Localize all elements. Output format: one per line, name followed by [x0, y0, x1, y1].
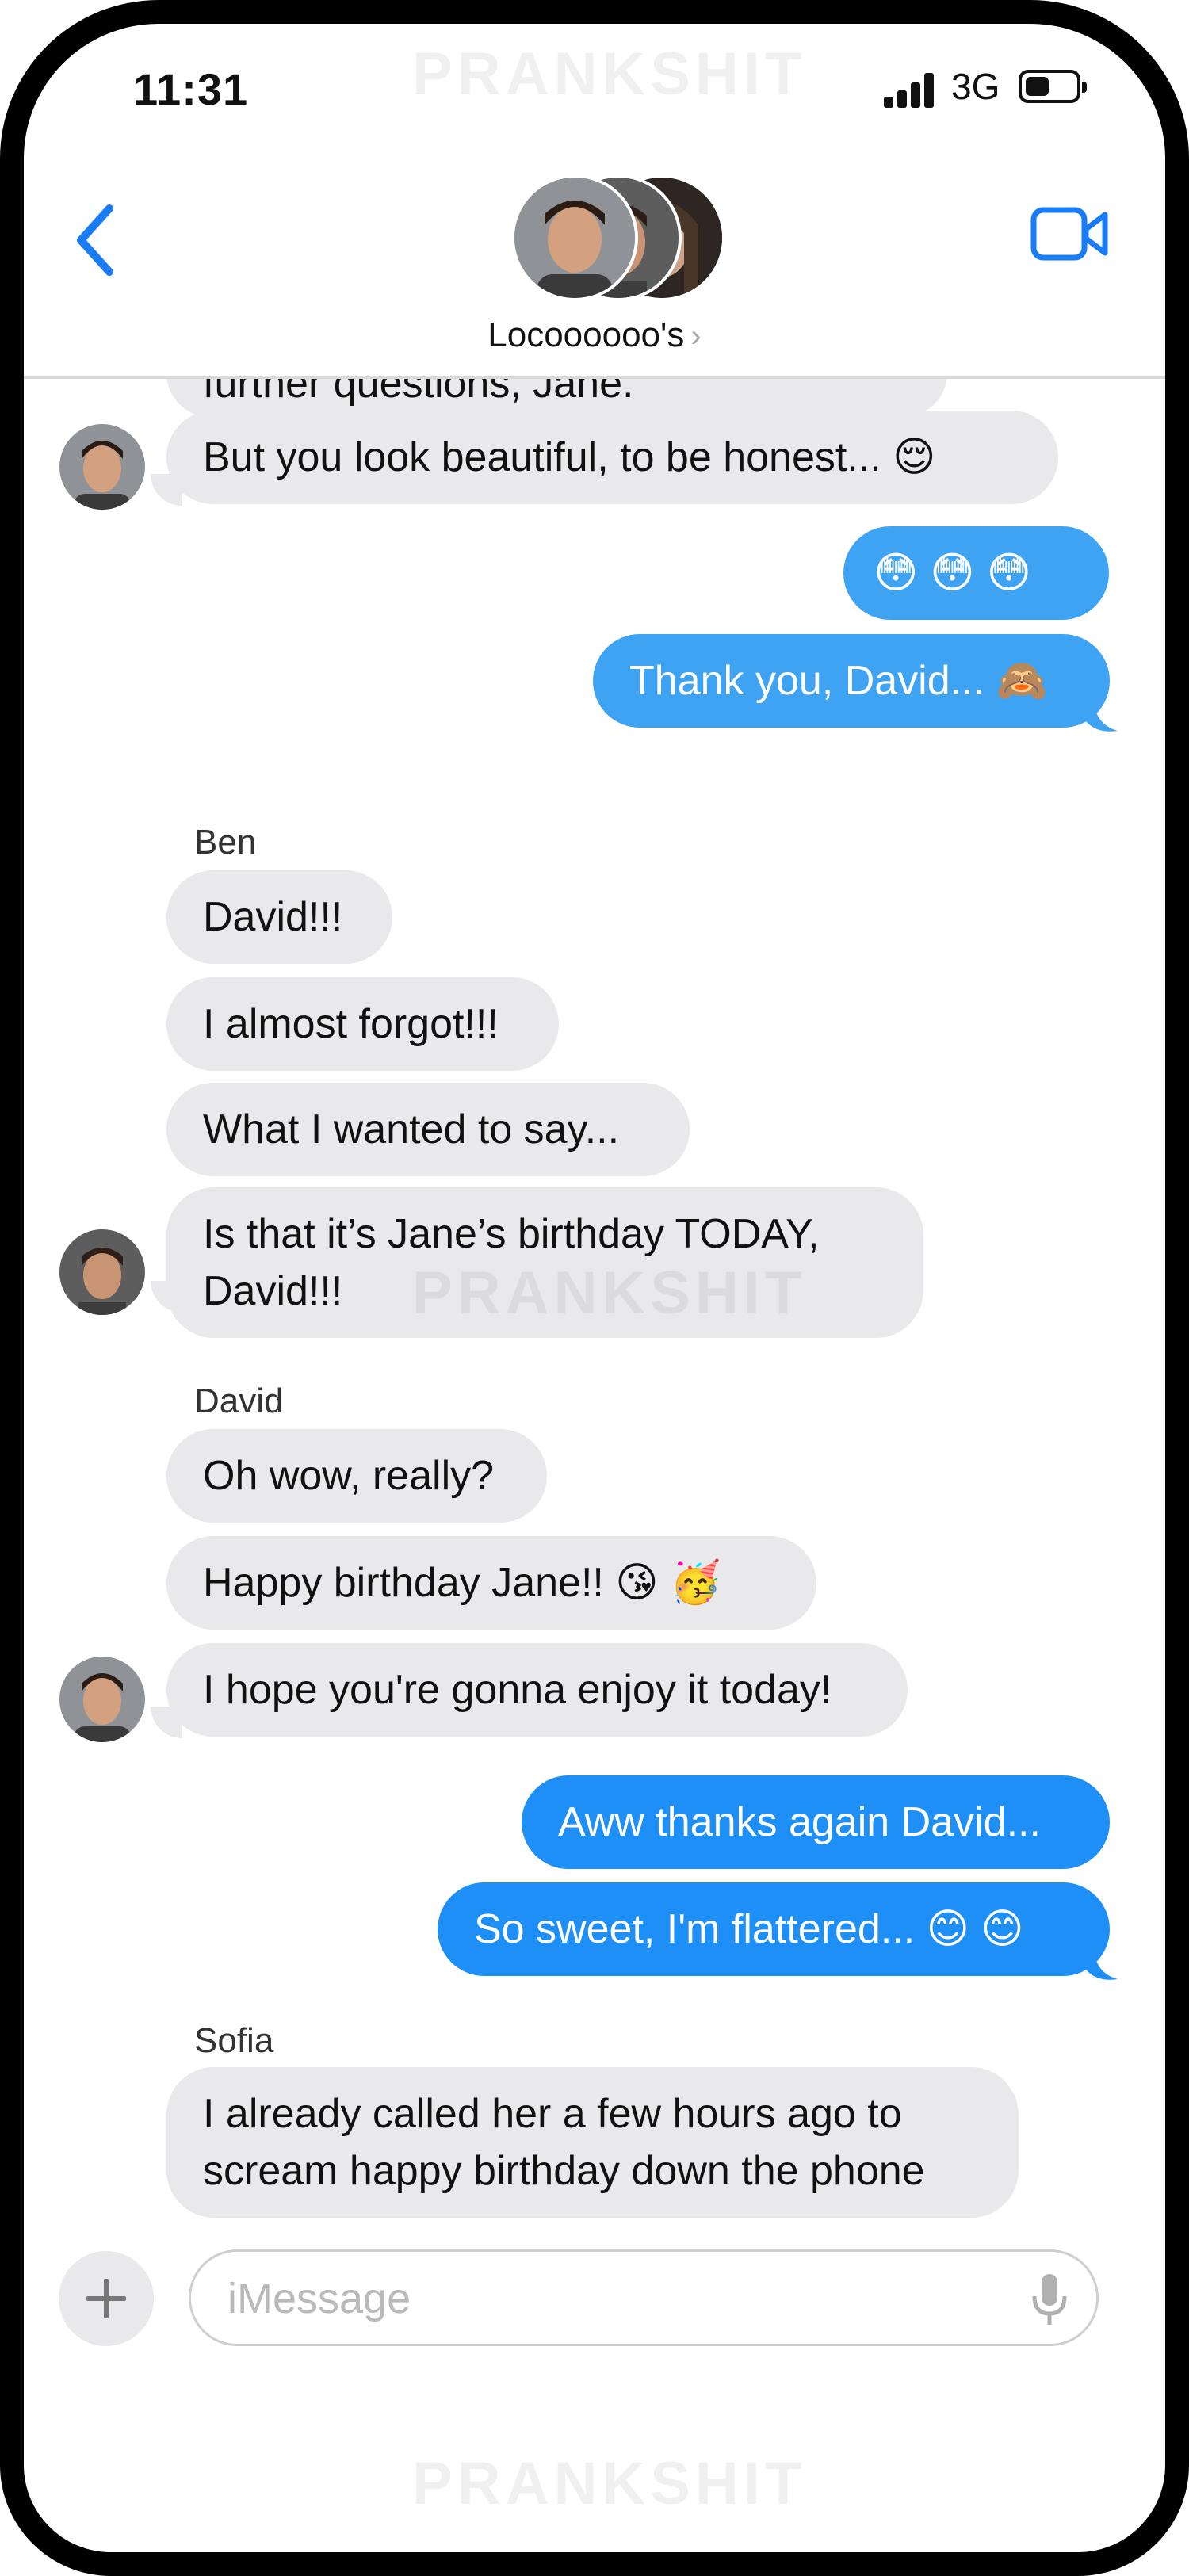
watermark: PRANKSHIT [412, 40, 807, 108]
message-text: further questions, Jane. [203, 379, 634, 407]
screen: 11:31 3G PRANKSHIT Locoooooo's › further… [24, 24, 1165, 2552]
title-chevron-icon: › [690, 319, 702, 354]
sender-name: Ben [194, 823, 257, 862]
message-bubble-incoming: David!!! [166, 870, 392, 964]
watermark: PRANKSHIT [412, 2450, 807, 2517]
sender-name: Sofia [194, 2021, 274, 2060]
avatar-ben [59, 1229, 145, 1315]
message-bubble-incoming: What I wanted to say... [166, 1083, 690, 1176]
message-text: I almost forgot!!! [203, 1001, 499, 1047]
microphone-icon[interactable] [1030, 2272, 1069, 2328]
network-label: 3G [951, 66, 1000, 107]
sender-name: David [194, 1382, 284, 1420]
message-text: 😳 😳 😳 [874, 549, 1031, 597]
message-list[interactable]: further questions, Jane. But you look be… [24, 379, 1165, 2234]
message-bubble-outgoing: 😳 😳 😳 [843, 526, 1109, 620]
message-bubble-outgoing: So sweet, I'm flattered... 😊 😊 [438, 1882, 1110, 1976]
message-text-line2: David!!! [203, 1268, 343, 1314]
message-input-placeholder: iMessage [227, 2275, 411, 2322]
message-text: Happy birthday Jane!! 😘 🥳 [203, 1560, 721, 1606]
plus-icon[interactable] [59, 2251, 154, 2346]
message-text: What I wanted to say... [203, 1106, 620, 1152]
message-bubble-incoming: I already called her a few hours ago to … [166, 2067, 1019, 2218]
message-text-line1: I already called her a few hours ago to [203, 2091, 902, 2137]
conversation-title-text: Locoooooo's [487, 315, 685, 354]
conversation-title[interactable]: Locoooooo's › [24, 315, 1165, 355]
video-camera-icon[interactable] [1030, 202, 1110, 266]
message-text-line1: Is that it’s Jane’s birthday TODAY, [203, 1211, 820, 1257]
group-avatar-david [511, 174, 638, 306]
battery-icon [1019, 70, 1087, 103]
message-text: Thank you, David... 🙈 [629, 658, 1048, 704]
message-text: Aww thanks again David... [558, 1799, 1041, 1845]
message-bubble-incoming: Happy birthday Jane!! 😘 🥳 [166, 1536, 816, 1630]
message-bubble-outgoing: Thank you, David... 🙈 [593, 634, 1110, 728]
avatar-david [59, 424, 145, 510]
message-text: David!!! [203, 894, 343, 940]
message-text: But you look beautiful, to be honest... … [203, 434, 936, 480]
bubble-tail [1086, 701, 1118, 732]
signal-icon [884, 73, 935, 108]
message-text: I hope you're gonna enjoy it today! [203, 1667, 832, 1713]
message-text: So sweet, I'm flattered... 😊 😊 [474, 1906, 1024, 1952]
message-bubble-incoming: Oh wow, really? [166, 1429, 547, 1523]
status-time: 11:31 [133, 64, 249, 114]
avatar-david [59, 1657, 145, 1742]
message-bubble-incoming: I almost forgot!!! [166, 977, 559, 1071]
back-chevron-icon[interactable] [63, 197, 127, 284]
message-text-line2: scream happy birthday down the phone [203, 2148, 925, 2194]
message-input[interactable]: iMessage [189, 2249, 1099, 2346]
watermark: PRANKSHIT [412, 1259, 807, 1327]
message-bubble-outgoing: Aww thanks again David... [522, 1775, 1110, 1869]
message-bubble-incoming: But you look beautiful, to be honest... … [166, 411, 1058, 504]
group-avatar[interactable] [511, 174, 725, 306]
message-text: Oh wow, really? [203, 1453, 495, 1499]
bubble-tail [1086, 1949, 1118, 1980]
message-bubble-incoming: I hope you're gonna enjoy it today! [166, 1643, 908, 1737]
